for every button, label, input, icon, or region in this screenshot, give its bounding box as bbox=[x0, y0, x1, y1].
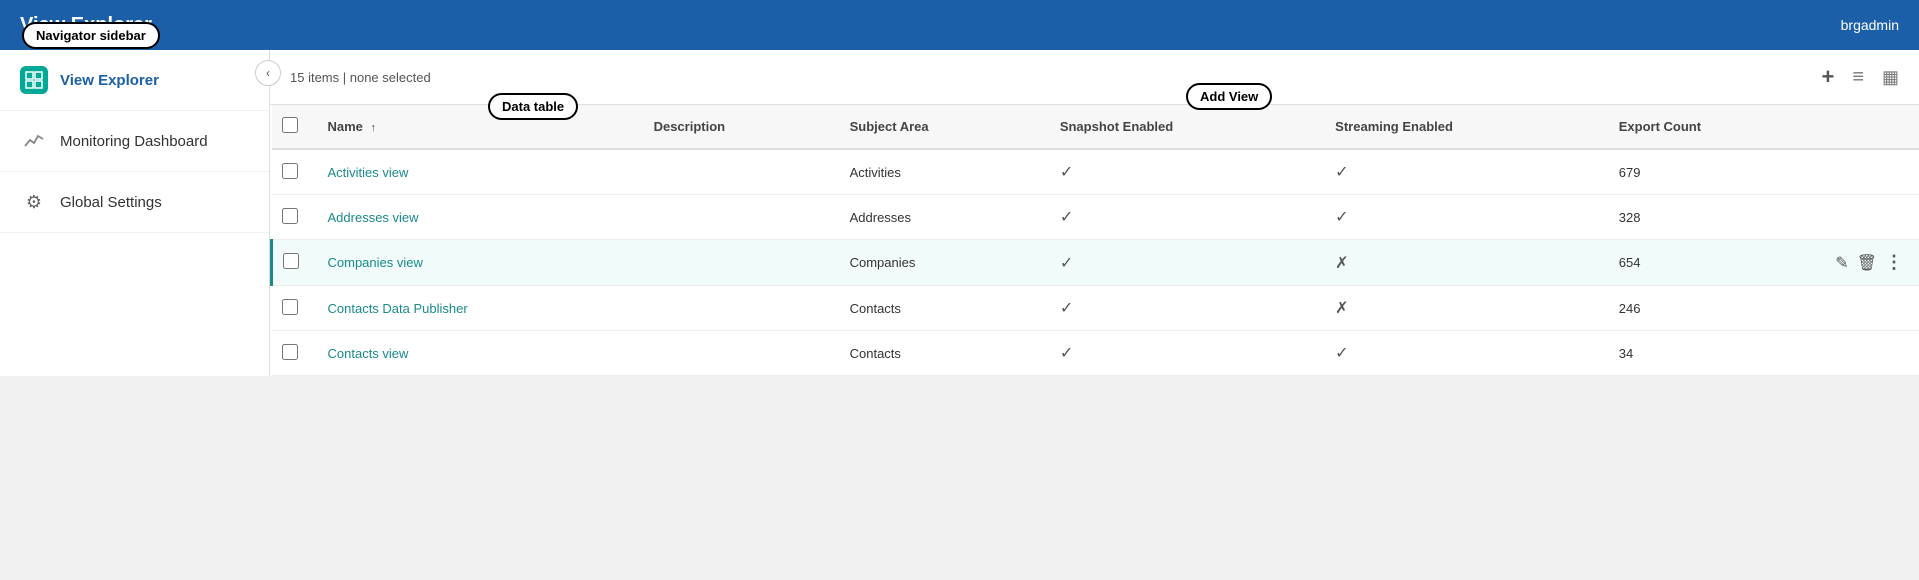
row-name-link[interactable]: Contacts Data Publisher bbox=[328, 301, 468, 316]
row-description bbox=[638, 240, 834, 286]
row-actions bbox=[1819, 195, 1919, 240]
row-name-link[interactable]: Activities view bbox=[328, 165, 409, 180]
table-row: Contacts Data Publisher Contacts✓✗246 bbox=[272, 286, 1919, 331]
row-name-link[interactable]: Addresses view bbox=[328, 210, 419, 225]
username-label: brgadmin bbox=[1841, 17, 1899, 33]
column-header-description[interactable]: Description bbox=[638, 105, 834, 149]
table-header-row: Name ↑ Description Subject Area Snapshot… bbox=[272, 105, 1919, 149]
toolbar-right: + ≡ ▦ bbox=[1821, 64, 1899, 90]
content-area: 15 items | none selected + ≡ ▦ Name bbox=[270, 50, 1919, 376]
row-actions bbox=[1819, 331, 1919, 376]
table-row: Companies view Companies✓✗654 ✎ 🗑 ⋮ bbox=[272, 240, 1919, 286]
row-description bbox=[638, 149, 834, 195]
row-export-count: 679 bbox=[1603, 149, 1820, 195]
more-button[interactable]: ⋮ bbox=[1885, 252, 1903, 273]
row-export-count: 328 bbox=[1603, 195, 1820, 240]
row-snapshot-enabled: ✓ bbox=[1044, 331, 1319, 376]
row-description bbox=[638, 331, 834, 376]
row-streaming-enabled: ✓ bbox=[1319, 149, 1603, 195]
global-settings-icon: ⚙ bbox=[20, 188, 48, 216]
columns-button[interactable]: ▦ bbox=[1882, 67, 1899, 88]
sidebar-item-label-global-settings: Global Settings bbox=[60, 194, 162, 211]
row-snapshot-enabled: ✓ bbox=[1044, 286, 1319, 331]
row-checkbox[interactable] bbox=[282, 299, 298, 315]
row-streaming-enabled: ✓ bbox=[1319, 195, 1603, 240]
row-name-link[interactable]: Contacts view bbox=[328, 346, 409, 361]
column-header-streaming-enabled[interactable]: Streaming Enabled bbox=[1319, 105, 1603, 149]
row-snapshot-enabled: ✓ bbox=[1044, 195, 1319, 240]
row-subject-area: Contacts bbox=[834, 286, 1044, 331]
sidebar-item-monitoring-dashboard[interactable]: Monitoring Dashboard bbox=[0, 111, 269, 172]
sidebar-toggle-button[interactable]: ‹ bbox=[255, 60, 281, 86]
row-streaming-enabled: ✓ bbox=[1319, 331, 1603, 376]
column-header-name[interactable]: Name ↑ bbox=[312, 105, 638, 149]
sidebar-item-label-monitoring-dashboard: Monitoring Dashboard bbox=[60, 133, 208, 150]
row-checkbox[interactable] bbox=[282, 344, 298, 360]
row-export-count: 34 bbox=[1603, 331, 1820, 376]
filter-button[interactable]: ≡ bbox=[1852, 66, 1864, 89]
items-count-label: 15 items | none selected bbox=[290, 70, 431, 85]
row-description bbox=[638, 195, 834, 240]
row-streaming-enabled: ✗ bbox=[1319, 240, 1603, 286]
view-explorer-icon bbox=[20, 66, 48, 94]
row-subject-area: Addresses bbox=[834, 195, 1044, 240]
edit-button[interactable]: ✎ bbox=[1835, 253, 1848, 273]
main-layout: View Explorer Monitoring Dashboard ⚙ Global… bbox=[0, 50, 1919, 376]
row-snapshot-enabled: ✓ bbox=[1044, 149, 1319, 195]
row-actions bbox=[1819, 286, 1919, 331]
row-checkbox[interactable] bbox=[282, 208, 298, 224]
row-subject-area: Activities bbox=[834, 149, 1044, 195]
row-actions bbox=[1819, 149, 1919, 195]
sidebar-item-view-explorer[interactable]: View Explorer bbox=[0, 50, 269, 111]
select-all-checkbox[interactable] bbox=[282, 117, 298, 133]
table-row: Addresses viewAddresses✓✓328 bbox=[272, 195, 1919, 240]
row-checkbox[interactable] bbox=[282, 163, 298, 179]
row-subject-area: Companies bbox=[834, 240, 1044, 286]
row-description bbox=[638, 286, 834, 331]
sidebar: View Explorer Monitoring Dashboard ⚙ Global… bbox=[0, 50, 270, 376]
monitoring-dashboard-icon bbox=[20, 127, 48, 155]
select-all-checkbox-header[interactable] bbox=[272, 105, 312, 149]
delete-button[interactable]: 🗑 bbox=[1857, 253, 1877, 273]
row-subject-area: Contacts bbox=[834, 331, 1044, 376]
row-export-count: 654 bbox=[1603, 240, 1820, 286]
column-header-snapshot-enabled[interactable]: Snapshot Enabled bbox=[1044, 105, 1319, 149]
sidebar-item-global-settings[interactable]: ⚙ Global Settings bbox=[0, 172, 269, 233]
row-checkbox[interactable] bbox=[283, 253, 299, 269]
row-streaming-enabled: ✗ bbox=[1319, 286, 1603, 331]
add-view-button[interactable]: + bbox=[1821, 64, 1834, 90]
sidebar-item-label-view-explorer: View Explorer bbox=[60, 72, 159, 89]
table-row: Contacts viewContacts✓✓34 bbox=[272, 331, 1919, 376]
table-row: Activities viewActivities✓✓679 bbox=[272, 149, 1919, 195]
row-export-count: 246 bbox=[1603, 286, 1820, 331]
page-title: View Explorer bbox=[20, 14, 152, 37]
sort-arrow-name: ↑ bbox=[371, 122, 377, 134]
top-header: View Explorer brgadmin bbox=[0, 0, 1919, 50]
column-header-actions bbox=[1819, 105, 1919, 149]
toolbar: 15 items | none selected + ≡ ▦ bbox=[270, 50, 1919, 105]
row-actions: ✎ 🗑 ⋮ bbox=[1819, 240, 1919, 286]
data-table: Name ↑ Description Subject Area Snapshot… bbox=[270, 105, 1919, 376]
column-header-subject-area[interactable]: Subject Area bbox=[834, 105, 1044, 149]
column-header-export-count[interactable]: Export Count bbox=[1603, 105, 1820, 149]
row-snapshot-enabled: ✓ bbox=[1044, 240, 1319, 286]
row-name-link[interactable]: Companies view bbox=[328, 255, 423, 270]
